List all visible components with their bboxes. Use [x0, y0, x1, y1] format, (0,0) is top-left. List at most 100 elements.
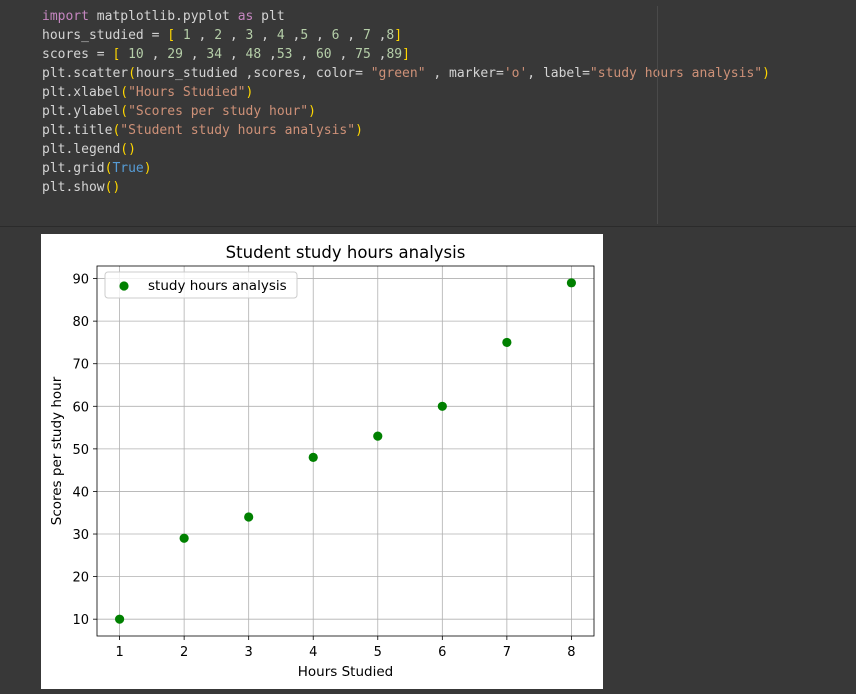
- code-token: "Hours Studied": [128, 85, 246, 100]
- code-token: ,: [292, 47, 316, 62]
- code-token: ,: [190, 28, 215, 43]
- code-token: ): [762, 66, 770, 81]
- data-point: [179, 533, 189, 543]
- code-token: plt.ylabel: [42, 104, 121, 119]
- code-token: plt.scatter: [42, 66, 129, 81]
- y-tick-label: 80: [72, 315, 89, 330]
- code-line: plt.show(): [42, 178, 770, 197]
- code-token: plt.xlabel: [42, 85, 121, 100]
- code-cell-editor[interactable]: import matplotlib.pyplot as plt hours_stu…: [0, 0, 856, 227]
- code-token: 4: [276, 28, 285, 43]
- y-tick-label: 20: [72, 571, 89, 586]
- legend-label: study hours analysis: [148, 278, 287, 294]
- code-token: (: [120, 85, 129, 100]
- y-tick-label: 60: [72, 400, 89, 415]
- code-line: scores = [ 10 , 29 , 34 , 48 ,53 , 60 , …: [42, 45, 770, 64]
- chart-figure: 1 2 3 4 5 6 7 8 10 20 30 40 50 60 70 80 90 Student study …: [41, 234, 603, 689]
- code-token: 29: [167, 47, 183, 62]
- code-token: ]: [402, 47, 410, 62]
- code-token: ): [355, 123, 363, 138]
- code-token: ,: [308, 28, 332, 43]
- code-token: import: [42, 9, 89, 24]
- chart-title: Student study hours analysis: [226, 243, 466, 262]
- code-token: 89: [386, 47, 403, 62]
- code-token: , marker=: [425, 66, 504, 81]
- x-tick-label: 4: [309, 645, 317, 660]
- code-token: "Scores per study hour": [128, 104, 309, 119]
- code-token: 34: [206, 47, 223, 62]
- code-token: ,: [222, 28, 246, 43]
- code-token: ): [143, 161, 152, 176]
- y-axis-label: Scores per study hour: [49, 376, 65, 525]
- code-token: plt.show: [42, 180, 105, 195]
- code-token: True: [112, 161, 144, 176]
- data-point: [502, 337, 512, 348]
- code-token: ): [245, 85, 254, 100]
- code-token: "study hours analysis": [589, 66, 763, 81]
- code-line: plt.grid(True): [42, 159, 770, 178]
- code-token: ,: [370, 47, 387, 62]
- y-tick-label: 40: [72, 485, 89, 500]
- code-token: ,: [261, 47, 277, 62]
- code-token: plt.grid: [42, 161, 105, 176]
- data-point: [437, 401, 447, 411]
- code-line: plt.ylabel("Scores per study hour"): [42, 102, 770, 121]
- code-token: [: [167, 28, 176, 43]
- y-tick-label: 50: [72, 443, 89, 458]
- code-token: "Student study hours analysis": [120, 123, 356, 138]
- code-token: hours_studied ,scores, color=: [135, 66, 371, 81]
- code-line: plt.xlabel("Hours Studied"): [42, 83, 770, 102]
- code-token: 7: [362, 28, 371, 43]
- x-tick-label: 2: [180, 645, 188, 660]
- legend-marker: [119, 281, 129, 291]
- code-token: ]: [394, 28, 403, 43]
- y-tick-label: 70: [72, 358, 89, 373]
- code-token: ,: [339, 28, 363, 43]
- code-token: (): [120, 142, 136, 157]
- code-line: plt.scatter(hours_studied ,scores, color…: [42, 64, 770, 83]
- y-tick-label: 10: [72, 613, 89, 628]
- code-token: (): [104, 180, 121, 195]
- code-token: ,: [143, 47, 168, 62]
- code-token: ,: [284, 28, 301, 43]
- code-token: ,: [331, 47, 356, 62]
- code-token: 1: [182, 28, 191, 43]
- code-token: plt.legend: [42, 142, 121, 157]
- code-token: ,: [222, 47, 246, 62]
- code-token: 53: [276, 47, 293, 62]
- code-token: hours_studied =: [42, 28, 168, 43]
- code-token: "green": [370, 66, 426, 81]
- data-point: [308, 452, 318, 462]
- data-point: [114, 614, 125, 624]
- x-tick-label: 6: [438, 645, 446, 660]
- x-tick-label: 7: [503, 645, 511, 660]
- code-token: ,: [253, 28, 277, 43]
- code-token: plt: [253, 9, 285, 24]
- code-token: ,: [370, 28, 387, 43]
- code-token: 2: [214, 28, 223, 43]
- x-tick-label: 8: [567, 645, 575, 660]
- code-token: ): [308, 104, 316, 119]
- data-point: [566, 278, 577, 288]
- code-block[interactable]: import matplotlib.pyplot as plt hours_stu…: [42, 7, 770, 197]
- code-token: 75: [355, 47, 371, 62]
- y-tick-label: 90: [72, 273, 89, 288]
- code-token: 'o': [503, 66, 528, 81]
- x-tick-label: 1: [115, 645, 123, 660]
- code-token: (: [120, 104, 129, 119]
- code-token: 60: [315, 47, 332, 62]
- cell-divider: [657, 6, 658, 224]
- code-token: plt.title: [42, 123, 113, 138]
- code-token: 10: [128, 47, 144, 62]
- data-point: [244, 512, 254, 522]
- code-line: plt.legend(): [42, 140, 770, 159]
- code-line: import matplotlib.pyplot as plt: [42, 7, 770, 26]
- code-token: scores =: [42, 47, 113, 62]
- data-point: [373, 431, 383, 441]
- code-line: hours_studied = [ 1 , 2 , 3 , 4 ,5 , 6 ,…: [42, 26, 770, 45]
- code-token: ,: [182, 47, 207, 62]
- code-token: as: [237, 9, 254, 24]
- code-token: , label=: [527, 66, 590, 81]
